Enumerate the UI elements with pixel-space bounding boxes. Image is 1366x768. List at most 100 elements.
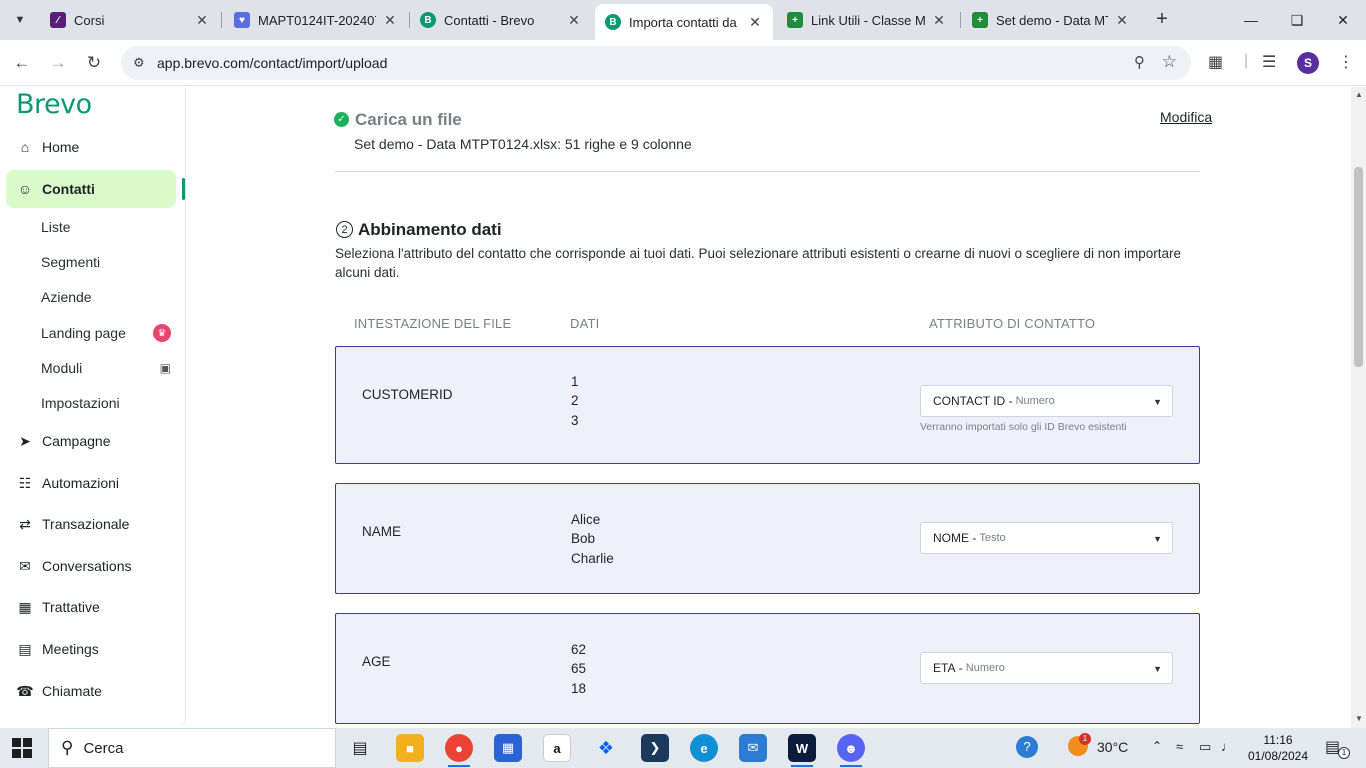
- minimize-icon[interactable]: —: [1228, 0, 1274, 40]
- sidebar-item-home[interactable]: ⌂ Home: [6, 128, 176, 166]
- lock-icon: ▣: [159, 361, 171, 375]
- close-tab-icon[interactable]: ✕: [566, 12, 582, 29]
- task-view-icon[interactable]: ▤: [346, 734, 374, 762]
- column-header-file: INTESTAZIONE DEL FILE: [354, 316, 512, 331]
- file-header-cell: CUSTOMERID: [362, 387, 453, 402]
- edit-file-link[interactable]: Modifica: [1160, 109, 1212, 125]
- browser-tab[interactable]: B Contatti - Brevo ✕: [410, 4, 592, 36]
- battery-icon[interactable]: ▭: [1199, 739, 1211, 755]
- tab-search-chevron-icon[interactable]: ▼: [8, 8, 32, 32]
- sidebar-item-trattative[interactable]: ▦ Trattative: [6, 588, 176, 626]
- chrome-menu-icon[interactable]: ⋮: [1338, 52, 1354, 72]
- step2-title: Abbinamento dati: [358, 220, 502, 239]
- sidebar-item-meetings[interactable]: ▤ Meetings: [6, 630, 176, 668]
- file-explorer-icon[interactable]: ■: [396, 734, 424, 762]
- site-settings-icon[interactable]: ⚙: [133, 55, 145, 71]
- sidebar-subitem-aziende[interactable]: Aziende: [41, 285, 171, 309]
- discord-icon[interactable]: ☻: [837, 734, 865, 762]
- windows-start-icon[interactable]: [12, 738, 32, 758]
- amazon-icon[interactable]: a: [543, 734, 571, 762]
- brevo-logo[interactable]: Brevo: [16, 89, 92, 120]
- restore-icon[interactable]: ❏: [1274, 0, 1320, 40]
- new-tab-button[interactable]: +: [1150, 8, 1174, 32]
- forward-icon[interactable]: →: [44, 49, 72, 77]
- webex-icon[interactable]: W: [788, 734, 816, 762]
- close-tab-icon[interactable]: ✕: [382, 12, 398, 29]
- sidebar-subitem-impostazioni[interactable]: Impostazioni: [41, 391, 171, 415]
- tab-title: MAPT0124IT-202407: [258, 12, 376, 28]
- attribute-name: CONTACT ID: [933, 394, 1006, 408]
- url-text[interactable]: app.brevo.com/contact/import/upload: [157, 55, 387, 71]
- sidebar-item-chiamate[interactable]: ☎ Chiamate: [6, 672, 176, 710]
- back-icon[interactable]: ←: [8, 49, 36, 77]
- scroll-up-icon[interactable]: ▲: [1355, 90, 1363, 99]
- data-sample-value: Alice: [571, 512, 601, 527]
- page-scrollbar[interactable]: ▲ ▼: [1351, 87, 1366, 728]
- address-bar[interactable]: ⚙ app.brevo.com/contact/import/upload ⚲ …: [121, 46, 1191, 80]
- sidebar-subitem-moduli[interactable]: Moduli ▣: [41, 356, 171, 380]
- sidebar-item-label: Segmenti: [41, 254, 101, 270]
- mail-icon[interactable]: ✉: [739, 734, 767, 762]
- browser-tab[interactable]: + Set demo - Data MT ✕: [962, 4, 1140, 36]
- automation-icon: ☷: [18, 474, 32, 491]
- attribute-name: ETA: [933, 661, 956, 675]
- weather-temperature[interactable]: 30°C: [1097, 739, 1128, 755]
- volume-icon[interactable]: ♩: [1221, 739, 1234, 754]
- browser-toolbar: ← → ↻ ⚙ app.brevo.com/contact/import/upl…: [0, 40, 1366, 86]
- sidebar-subitem-segmenti[interactable]: Segmenti: [41, 250, 171, 274]
- search-icon: ⚲: [61, 738, 74, 757]
- sidebar-item-contatti[interactable]: ☺ Contatti: [6, 170, 176, 208]
- send-icon: ➤: [19, 432, 31, 449]
- powershell-icon[interactable]: ❯: [641, 734, 669, 762]
- browser-tab-active[interactable]: B Importa contatti da u ✕: [595, 4, 773, 40]
- close-tab-icon[interactable]: ✕: [747, 14, 763, 31]
- close-tab-icon[interactable]: ✕: [194, 12, 210, 29]
- mapping-row: NAME Alice Bob Charlie NOME - Testo ▼: [335, 483, 1200, 594]
- sidebar-item-label: Aziende: [41, 289, 92, 305]
- close-tab-icon[interactable]: ✕: [931, 12, 947, 29]
- chat-icon: ✉: [19, 557, 31, 574]
- active-app-indicator: [840, 765, 862, 767]
- profile-avatar[interactable]: S: [1297, 52, 1319, 74]
- chrome-icon[interactable]: ●: [445, 734, 473, 762]
- sidebar: Brevo ⌂ Home ☺ Contatti Liste Segmenti A…: [0, 87, 186, 728]
- dropbox-icon[interactable]: ❖: [592, 734, 620, 762]
- phone-icon: ☎: [16, 682, 34, 699]
- sidebar-subitem-landing-page[interactable]: Landing page ♛: [41, 321, 171, 345]
- sidebar-item-label: Trattative: [42, 599, 100, 615]
- attribute-select[interactable]: CONTACT ID - Numero ▼: [920, 385, 1173, 417]
- edge-icon[interactable]: e: [690, 734, 718, 762]
- close-window-icon[interactable]: ✕: [1320, 0, 1366, 40]
- clock-time: 11:16: [1263, 733, 1293, 747]
- zoom-icon[interactable]: ⚲: [1134, 53, 1145, 71]
- mapping-row: CUSTOMERID 1 2 3 CONTACT ID - Numero ▼ Ve…: [335, 346, 1200, 464]
- browser-tab[interactable]: ♥ MAPT0124IT-202407 ✕: [224, 4, 408, 36]
- chevron-up-icon[interactable]: ⌃: [1152, 739, 1162, 753]
- attribute-select[interactable]: ETA - Numero ▼: [920, 652, 1173, 684]
- browser-tab[interactable]: + Link Utili - Classe MT ✕: [777, 4, 957, 36]
- sidebar-item-transazionale[interactable]: ⇄ Transazionale: [6, 505, 176, 543]
- attribute-type: Testo: [979, 532, 1006, 544]
- wifi-icon[interactable]: ≈: [1176, 739, 1183, 754]
- extensions-icon[interactable]: ▦: [1208, 52, 1223, 72]
- browser-tab[interactable]: ∕ Corsi ✕: [40, 4, 220, 36]
- system-clock[interactable]: 11:16 01/08/2024: [1246, 732, 1310, 764]
- crown-icon: ♛: [153, 324, 171, 342]
- sidebar-item-campagne[interactable]: ➤ Campagne: [6, 422, 176, 460]
- swap-icon: ⇄: [19, 515, 31, 532]
- reload-icon[interactable]: ↻: [80, 49, 108, 77]
- sidebar-item-automazioni[interactable]: ☷ Automazioni: [6, 464, 176, 502]
- sidebar-item-conversations[interactable]: ✉ Conversations: [6, 547, 176, 585]
- sidebar-subitem-liste[interactable]: Liste: [41, 215, 171, 239]
- scroll-down-icon[interactable]: ▼: [1355, 714, 1363, 723]
- sidebar-item-label: Moduli: [41, 360, 83, 376]
- taskbar-search[interactable]: ⚲ Cerca: [48, 728, 336, 768]
- media-control-icon[interactable]: ☰: [1262, 52, 1276, 72]
- scroll-thumb[interactable]: [1354, 167, 1363, 367]
- attribute-name: NOME: [933, 531, 969, 545]
- help-icon[interactable]: ?: [1016, 736, 1038, 758]
- attribute-select[interactable]: NOME - Testo ▼: [920, 522, 1173, 554]
- close-tab-icon[interactable]: ✕: [1114, 12, 1130, 29]
- bookmark-star-icon[interactable]: ☆: [1162, 52, 1177, 72]
- store-icon[interactable]: ▦: [494, 734, 522, 762]
